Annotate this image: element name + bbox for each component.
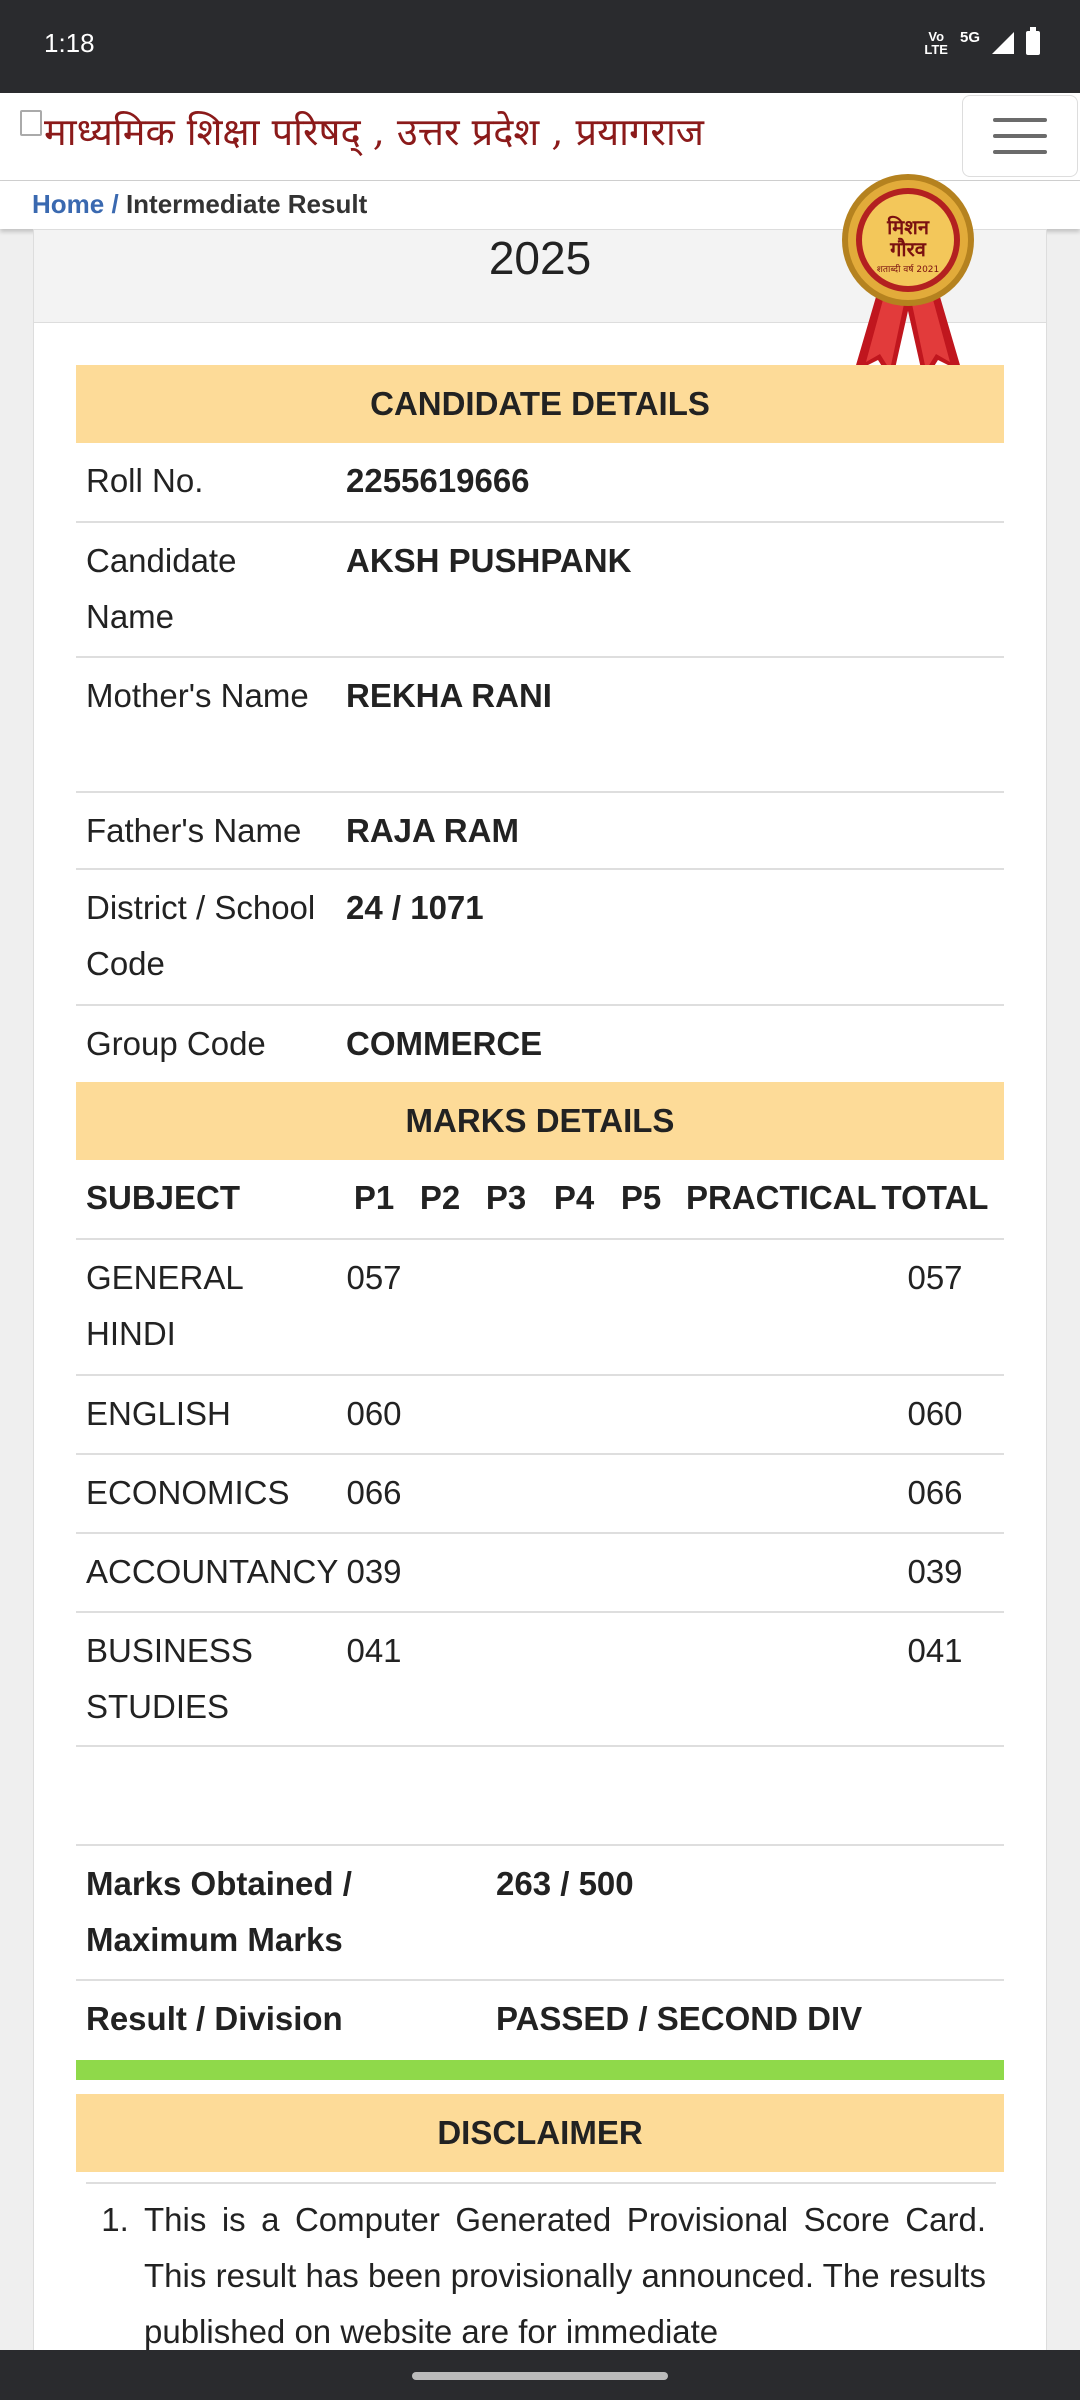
col-p4: P4 (553, 1179, 595, 1216)
detail-row-roll-no: Roll No. 2255619666 (76, 443, 1004, 523)
total-cell: 066 (907, 1474, 963, 1511)
total-cell: 057 (907, 1259, 963, 1296)
candidate-details-heading: CANDIDATE DETAILS (76, 365, 1004, 443)
col-p5: P5 (620, 1179, 662, 1216)
detail-row-group-code: Group Code COMMERCE (76, 1006, 1004, 1082)
p1-cell: 066 (346, 1474, 402, 1511)
detail-value: REKHA RANI (346, 677, 552, 714)
subject-cell: BUSINESS STUDIES (86, 1632, 253, 1725)
subject-cell: ECONOMICS (86, 1474, 290, 1511)
col-practical: PRACTICAL (686, 1179, 877, 1216)
home-gesture-handle[interactable] (412, 2372, 668, 2380)
mission-gaurav-badge-icon: मिशन गौरव शताब्दी वर्ष 2021 (842, 174, 974, 382)
table-row: ACCOUNTANCY 039 039 (76, 1534, 1004, 1613)
col-total: TOTAL (881, 1179, 989, 1216)
status-icons: Vo LTE 5G (924, 27, 1040, 56)
p1-cell: 039 (346, 1553, 402, 1590)
table-row: ECONOMICS 066 066 (76, 1455, 1004, 1534)
breadcrumb-separator: / (111, 189, 119, 219)
disclaimer-number: 1. (101, 2201, 129, 2238)
badge-ribbon-text: शताब्दी वर्ष 2021 (877, 263, 940, 275)
table-row: ENGLISH 060 060 (76, 1376, 1004, 1455)
logo-alt-text: माध्यमिक शिक्षा परिषद् , उत्तर प्रदेश , … (44, 110, 704, 154)
detail-label: Candidate Name (86, 542, 237, 635)
volte-icon: Vo LTE (924, 30, 948, 56)
p1-cell: 060 (346, 1395, 402, 1432)
detail-value: COMMERCE (346, 1025, 543, 1062)
menu-button[interactable] (962, 95, 1078, 177)
detail-value: RAJA RAM (346, 812, 519, 849)
detail-label: Mother's Name (86, 677, 309, 714)
table-row: GENERAL HINDI 057 057 (76, 1240, 1004, 1376)
subject-cell: GENERAL HINDI (86, 1259, 243, 1352)
broken-image-icon (20, 110, 42, 136)
badge-line-2: गौरव (889, 237, 927, 261)
detail-value: 2255619666 (346, 462, 530, 499)
col-p3: P3 (485, 1179, 527, 1216)
detail-row-candidate-name: Candidate Name AKSH PUSHPANK (76, 523, 1004, 658)
table-row: BUSINESS STUDIES 041 041 (76, 1613, 1004, 1747)
detail-value: 24 / 1071 (346, 889, 484, 926)
p1-cell: 041 (346, 1632, 402, 1669)
detail-row-district-school: District / School Code 24 / 1071 (76, 870, 1004, 1006)
col-p2: P2 (419, 1179, 461, 1216)
detail-value: AKSH PUSHPANK (346, 542, 632, 579)
marks-details-heading: MARKS DETAILS (76, 1082, 1004, 1160)
empty-spacer-row (76, 1767, 1004, 1846)
detail-row-father-name: Father's Name RAJA RAM (76, 793, 1004, 870)
badge-line-1: मिशन (886, 215, 930, 239)
result-division-row: Result / Division PASSED / SECOND DIV (76, 1981, 1004, 2058)
system-navigation-bar (0, 2350, 1080, 2400)
hamburger-icon-bar-3 (993, 150, 1047, 154)
breadcrumb-home-link[interactable]: Home (32, 189, 104, 219)
marks-table-header: SUBJECT P1 P2 P3 P4 P5 PRACTICAL TOTAL (76, 1160, 1004, 1240)
list-item: 1. This is a Computer Generated Provisio… (86, 2184, 996, 2360)
disclaimer-text: This is a Computer Generated Provisional… (144, 2201, 986, 2350)
marks-obtained-label: Marks Obtained / Maximum Marks (86, 1865, 352, 1958)
total-cell: 041 (907, 1632, 963, 1669)
marks-obtained-row: Marks Obtained / Maximum Marks 263 / 500 (76, 1846, 1004, 1981)
col-subject: SUBJECT (86, 1179, 241, 1216)
volte-mid: LTE (924, 42, 948, 57)
breadcrumb-current: Intermediate Result (125, 189, 368, 219)
p1-cell: 057 (346, 1259, 402, 1296)
result-division-value: PASSED / SECOND DIV (496, 2000, 863, 2037)
result-division-label: Result / Division (86, 2000, 343, 2037)
total-cell: 060 (907, 1395, 963, 1432)
detail-label: District / School Code (86, 889, 316, 982)
disclaimer-list: 1. This is a Computer Generated Provisio… (86, 2182, 996, 2360)
year-text: 2025 (488, 232, 592, 284)
status-bar: 1:18 Vo LTE 5G (0, 0, 1080, 93)
status-time: 1:18 (44, 28, 95, 58)
col-p1: P1 (353, 1179, 395, 1216)
subject-cell: ACCOUNTANCY (86, 1553, 339, 1590)
hamburger-icon-bar-1 (993, 118, 1047, 122)
result-status-bar (76, 2060, 1004, 2080)
total-cell: 039 (907, 1553, 963, 1590)
detail-label: Father's Name (86, 812, 302, 849)
site-header: माध्यमिक शिक्षा परिषद् , उत्तर प्रदेश , … (0, 93, 1080, 181)
battery-icon (1026, 27, 1040, 55)
network-5g-label: 5G (959, 28, 980, 46)
detail-row-mother-name: Mother's Name REKHA RANI (76, 658, 1004, 793)
detail-label: Group Code (86, 1025, 266, 1062)
subject-cell: ENGLISH (86, 1395, 231, 1432)
hamburger-icon-bar-2 (993, 134, 1047, 138)
marks-obtained-value: 263 / 500 (496, 1865, 634, 1902)
detail-label: Roll No. (86, 462, 204, 499)
disclaimer-heading: DISCLAIMER (76, 2094, 1004, 2172)
site-logo[interactable]: माध्यमिक शिक्षा परिषद् , उत्तर प्रदेश , … (20, 105, 704, 157)
signal-icon (992, 32, 1014, 54)
